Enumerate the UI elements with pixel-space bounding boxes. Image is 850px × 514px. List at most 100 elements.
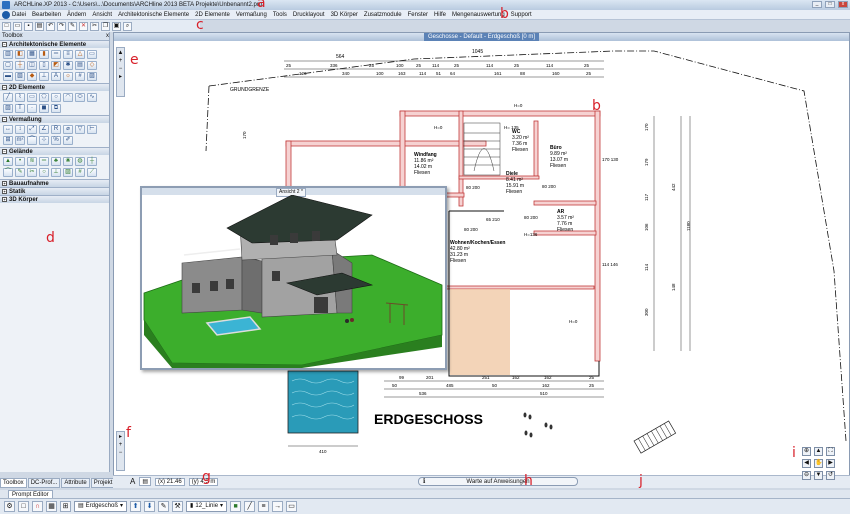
stair-tool-icon[interactable]: ≡ [63, 50, 73, 59]
settings-icon[interactable]: ⚙ [4, 501, 15, 512]
beam-tool-icon[interactable]: ═ [51, 50, 61, 59]
tab-toolbox[interactable]: Toolbox [0, 478, 27, 488]
zoom-in-icon[interactable]: + [119, 58, 123, 64]
label-dim-icon[interactable]: ✐ [63, 136, 73, 145]
zoom-previous-icon[interactable]: ↺ [826, 471, 835, 480]
door-tool-icon[interactable]: ◧ [15, 50, 25, 59]
ceiling-tool-icon[interactable]: ▤ [75, 61, 85, 70]
section-2d-elemente[interactable]: −2D Elemente [0, 83, 109, 91]
section-architektonische-elemente[interactable]: − Architektonische Elemente [0, 40, 109, 48]
terrain-edit-icon[interactable]: ✎ [15, 168, 25, 177]
furniture-tool-icon[interactable]: ◩ [51, 61, 61, 70]
terrain-hole-icon[interactable]: ○ [39, 168, 49, 177]
layer-mini-icon[interactable]: ▤ [139, 477, 152, 486]
symbol-tool-icon[interactable]: ✱ [63, 61, 73, 70]
section-vermassung[interactable]: − Vermaßung [0, 115, 109, 123]
menu-ansicht[interactable]: Ansicht [92, 12, 112, 18]
railing-tool-icon[interactable]: ┼ [15, 61, 25, 70]
menu-bearbeiten[interactable]: Bearbeiten [32, 12, 61, 18]
frame-icon[interactable]: □ [18, 501, 29, 512]
wall-finish-tool-icon[interactable]: ▨ [87, 72, 97, 81]
print-icon[interactable]: ▤ [35, 21, 44, 31]
angle-dim-icon[interactable]: ∠ [39, 125, 49, 134]
menu-tools[interactable]: Tools [273, 12, 287, 18]
tree-icon[interactable]: ♣ [51, 157, 61, 166]
radius-dim-icon[interactable]: R [51, 125, 61, 134]
snap-icon[interactable]: A [130, 477, 135, 486]
paste-icon[interactable]: ▣ [112, 21, 121, 31]
menu-aendern[interactable]: Ändern [67, 12, 86, 18]
foundation-tool-icon[interactable]: ▬ [3, 72, 13, 81]
ellipse-tool-icon[interactable]: ⬭ [75, 93, 85, 102]
coord-dim-icon[interactable]: ⊹ [39, 136, 49, 145]
polyline-tool-icon[interactable]: ⌇ [15, 93, 25, 102]
zoom-extents-icon[interactable]: ⛶ [826, 447, 835, 456]
linear-dim-icon[interactable]: ↔ [3, 125, 13, 134]
zoom-in-icon[interactable]: + [119, 442, 123, 448]
terrain-grid-icon[interactable]: # [75, 168, 85, 177]
terrain-cut-icon[interactable]: ✂ [27, 168, 37, 177]
hammer-icon[interactable]: ⚒ [172, 501, 184, 512]
arc-tool-icon[interactable]: ◠ [63, 93, 73, 102]
menu-mengenauswertung[interactable]: Mengenauswertung [452, 12, 505, 18]
window-tool-icon[interactable]: ▦ [27, 50, 37, 59]
color-icon[interactable]: ■ [230, 501, 242, 512]
close-icon[interactable]: ✕ [79, 21, 88, 31]
pan-right-icon[interactable]: ▸ [119, 434, 122, 440]
hill-icon[interactable]: ⌒ [3, 168, 13, 177]
chimney-tool-icon[interactable]: ▯ [39, 61, 49, 70]
pan-right-icon[interactable]: ▶ [826, 459, 835, 468]
column-tool-icon[interactable]: ▮ [39, 50, 49, 59]
contour-icon[interactable]: ≋ [27, 157, 37, 166]
pan-up-icon[interactable]: ▲ [118, 50, 124, 56]
app-menu-icon[interactable] [2, 11, 10, 19]
menu-hilfe[interactable]: Hilfe [434, 12, 446, 18]
circle-tool-icon[interactable]: ○ [51, 93, 61, 102]
pencil-icon[interactable]: ✎ [158, 501, 170, 512]
road-icon[interactable]: ═ [39, 157, 49, 166]
redo-icon[interactable]: ↷ [57, 21, 66, 31]
undo-icon[interactable]: ↶ [46, 21, 55, 31]
pan-hand-icon[interactable]: ✋ [814, 459, 823, 468]
pen-icon[interactable]: ╱ [244, 501, 256, 512]
snap-grid-icon[interactable]: ⊞ [60, 501, 71, 512]
skylight-tool-icon[interactable]: ◇ [87, 61, 97, 70]
close-button[interactable]: x [838, 1, 848, 8]
toolbox-close-button[interactable]: x [106, 33, 109, 39]
line-weight-icon[interactable]: ≡ [258, 501, 270, 512]
section-tool-icon[interactable]: ⊥ [39, 72, 49, 81]
pan-down-icon[interactable]: ▼ [814, 471, 823, 480]
panel-tool-icon[interactable]: ▧ [15, 72, 25, 81]
arc-dim-icon[interactable]: ⌒ [27, 136, 37, 145]
3d-view-window[interactable]: Ansicht 2 * [140, 186, 447, 370]
hatch-tool-icon[interactable]: ▨ [3, 104, 13, 113]
arrow-style-icon[interactable]: → [272, 501, 284, 512]
zoom-out-icon[interactable]: − [119, 450, 123, 456]
label-tool-icon[interactable]: A [51, 72, 61, 81]
grid-icon[interactable]: ▦ [46, 501, 57, 512]
save-icon[interactable]: ▪ [24, 21, 33, 31]
section-statik[interactable]: + Statik [0, 187, 109, 195]
slab-tool-icon[interactable]: ▭ [87, 50, 97, 59]
pan-right-icon[interactable]: ▸ [119, 74, 122, 80]
menu-fenster[interactable]: Fenster [408, 12, 428, 18]
menu-drucklayout[interactable]: Drucklayout [293, 12, 325, 18]
eyedropper-icon[interactable]: ✎ [68, 21, 77, 31]
section-3d-koerper[interactable]: +3D Körper [0, 195, 109, 203]
lamp-tool-icon[interactable]: ☼ [63, 72, 73, 81]
terrain-slope-icon[interactable]: ⟋ [87, 168, 97, 177]
offset-tool-icon[interactable]: ⧉ [51, 104, 61, 113]
text-tool-icon[interactable]: T [15, 104, 25, 113]
aligned-dim-icon[interactable]: ⤢ [27, 125, 37, 134]
pan-up-icon[interactable]: ▲ [814, 447, 823, 456]
plant-icon[interactable]: ❀ [63, 157, 73, 166]
section-bauaufnahme[interactable]: + Bauaufnahme [0, 179, 109, 187]
menu-datei[interactable]: Datei [12, 12, 26, 18]
roof-tool-icon[interactable]: △ [75, 50, 85, 59]
terrain-section-icon[interactable]: ⊥ [51, 168, 61, 177]
level-dim-icon[interactable]: ▽ [75, 125, 85, 134]
new-icon[interactable]: □ [2, 21, 11, 31]
layer-down-icon[interactable]: ⬇ [144, 501, 156, 512]
pan-left-icon[interactable]: ◀ [802, 459, 811, 468]
wall-tool-icon[interactable]: ▥ [3, 50, 13, 59]
